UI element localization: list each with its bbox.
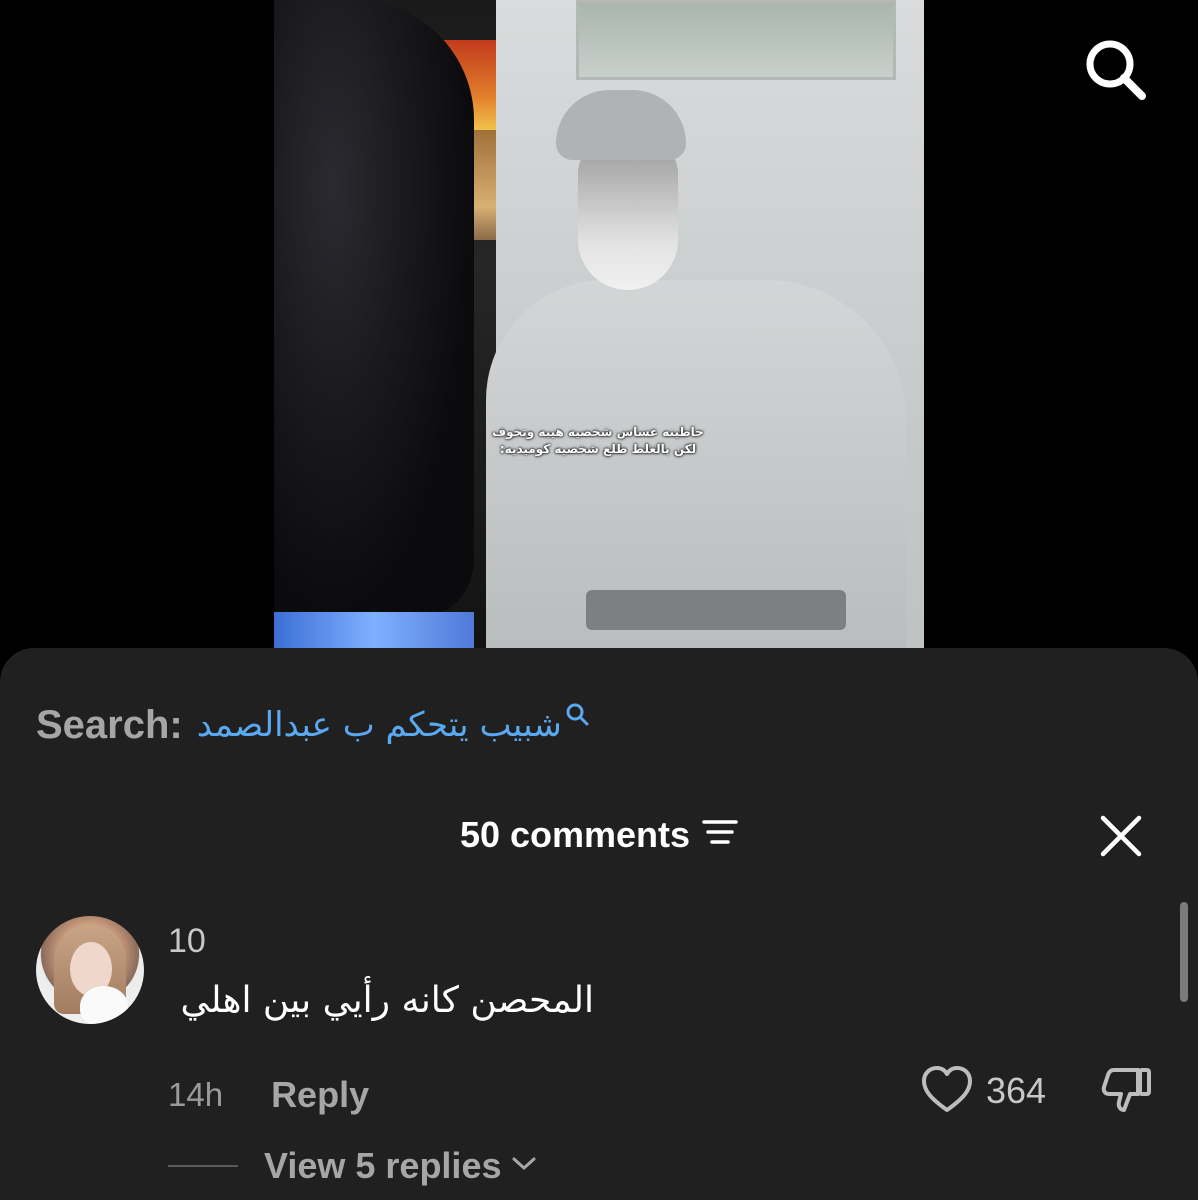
close-icon[interactable] (1097, 812, 1145, 860)
sort-lines-icon (702, 814, 738, 856)
video-caption: حاطينه عساس شخصيه هيبه وتخوف لكن بالغلط … (458, 424, 738, 458)
comment-item: 10 المحصن كانه رأيي بين اهلي 14h Reply 3… (0, 910, 1198, 1200)
comment-time: 14h (168, 1076, 224, 1113)
comments-count: 50 comments (459, 814, 691, 855)
scrollbar[interactable] (1180, 902, 1188, 1002)
video-left-panel (274, 0, 496, 660)
comment-text: المحصن كانه رأيي بين اهلي (180, 980, 594, 1021)
search-suggestion-link[interactable]: شبيب يتحكم ب عبدالصمد (197, 705, 562, 745)
sort-button[interactable]: 50 comments (460, 814, 738, 856)
search-icon[interactable] (1082, 36, 1148, 102)
video-caption-line: حاطينه عساس شخصيه هيبه وتخوف (492, 425, 704, 439)
comments-header: 50 comments (0, 808, 1198, 864)
video-player[interactable]: حاطينه عساس شخصيه هيبه وتخوف لكن بالغلط … (0, 0, 1198, 660)
heart-icon[interactable] (920, 1064, 974, 1118)
view-replies-button[interactable]: View 5 replies (168, 1144, 537, 1188)
chevron-down-icon (511, 1155, 537, 1177)
replies-divider (168, 1165, 238, 1167)
avatar[interactable] (36, 916, 144, 1024)
search-suggestion[interactable]: Search: شبيب يتحكم ب عبدالصمد (36, 700, 590, 750)
comment-meta: 14h Reply (168, 1072, 369, 1118)
comments-sheet: Search: شبيب يتحكم ب عبدالصمد 50 comment… (0, 648, 1198, 1200)
video-caption-line: لكن بالغلط طلع شخصيه كوميديه: (499, 442, 697, 456)
comment-username[interactable]: 10 (168, 922, 206, 961)
view-replies-label: View 5 replies (264, 1145, 502, 1186)
search-icon (564, 701, 590, 731)
like-count: 364 (986, 1070, 1047, 1111)
reply-button[interactable]: Reply (271, 1074, 369, 1116)
thumbs-down-icon[interactable] (1100, 1064, 1154, 1118)
video-right-panel (486, 0, 924, 660)
video-frame[interactable]: حاطينه عساس شخصيه هيبه وتخوف لكن بالغلط … (274, 0, 924, 660)
search-label: Search: (36, 702, 183, 747)
